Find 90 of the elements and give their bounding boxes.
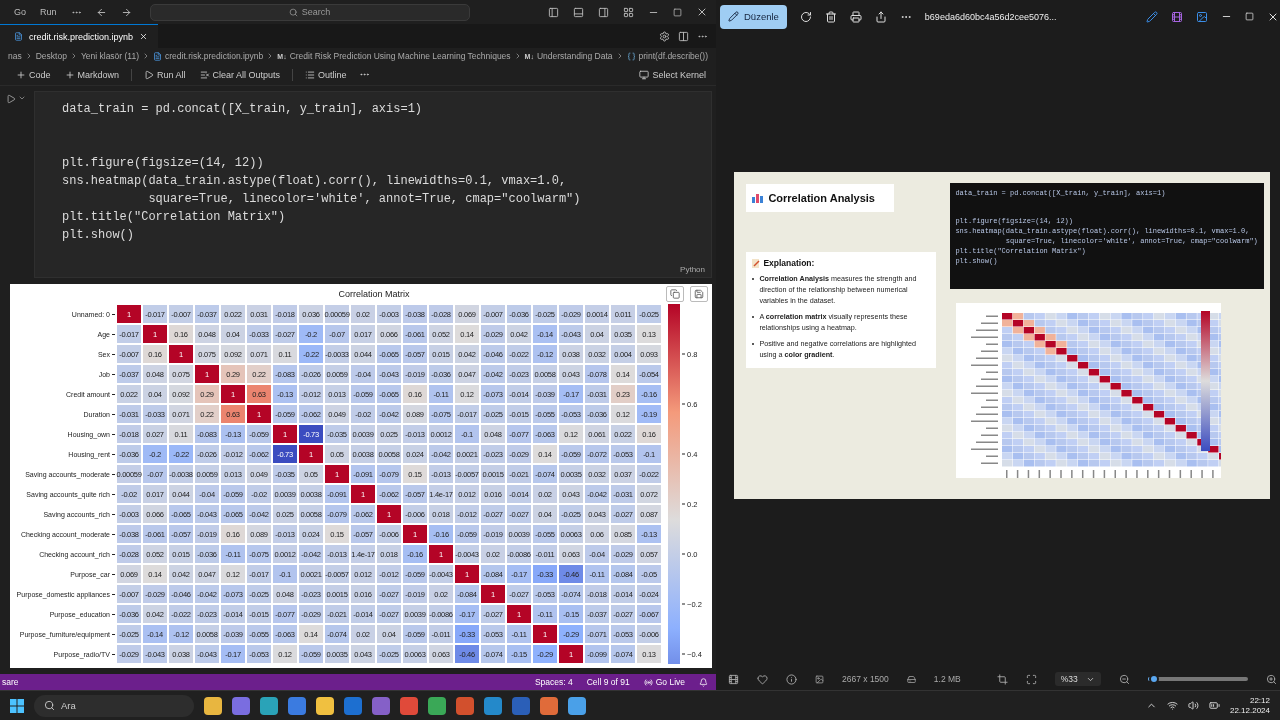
delete-icon[interactable] bbox=[824, 10, 837, 23]
memo-icon bbox=[752, 258, 761, 268]
search-icon bbox=[44, 700, 55, 711]
image-icon bbox=[815, 674, 824, 684]
chevron-icon[interactable] bbox=[18, 94, 26, 102]
panel-bottom-icon[interactable] bbox=[573, 6, 584, 18]
taskbar-search[interactable]: Ara bbox=[34, 694, 194, 717]
clip-icon[interactable] bbox=[1170, 10, 1183, 23]
file-icon bbox=[153, 51, 163, 61]
chart-title: Correlation Matrix bbox=[337, 288, 411, 301]
toolbar-button[interactable]: Clear All Outputs bbox=[197, 68, 283, 81]
rotate-icon[interactable] bbox=[799, 10, 812, 23]
zoom-dropdown[interactable]: %33 bbox=[1054, 672, 1101, 686]
zoom-out-icon[interactable] bbox=[1118, 673, 1130, 685]
plus-icon bbox=[16, 69, 26, 80]
slider-thumb[interactable] bbox=[1148, 674, 1159, 684]
toolbar-button[interactable]: Run All bbox=[142, 68, 188, 81]
clock[interactable]: 22:12 22.12.2024 bbox=[1229, 695, 1270, 716]
bell-icon[interactable] bbox=[699, 677, 708, 687]
maximize-icon[interactable] bbox=[673, 7, 682, 17]
print-icon[interactable] bbox=[849, 10, 862, 23]
play-icon bbox=[144, 69, 155, 80]
info-icon[interactable] bbox=[786, 673, 797, 685]
broadcast-icon bbox=[643, 677, 653, 687]
copy-icon[interactable] bbox=[666, 286, 684, 302]
code-line: plt.figure(figsize=(14, 12)) bbox=[62, 155, 265, 172]
monitor-icon bbox=[639, 69, 650, 80]
clear-icon bbox=[199, 69, 210, 80]
run-cell-icon[interactable] bbox=[6, 94, 16, 104]
toolbar-button[interactable]: Markdown bbox=[62, 68, 122, 81]
menu-item[interactable]: Run bbox=[40, 7, 57, 17]
menu-item[interactable]: Go bbox=[14, 7, 26, 17]
drive-icon bbox=[906, 674, 916, 684]
zoom-slider[interactable] bbox=[1147, 677, 1248, 681]
save-icon[interactable] bbox=[690, 286, 708, 302]
plus-icon bbox=[64, 69, 75, 80]
status-item[interactable]: Cell 9 of 91 bbox=[586, 677, 630, 687]
editor-tab[interactable]: credit.risk.prediction.ipynb bbox=[0, 24, 159, 48]
close-icon[interactable] bbox=[139, 32, 149, 41]
code-line: sns.heatmap(data_train.astype(float).corr(), linewidths=0.1, vmax=1.0, bbox=[62, 173, 568, 190]
language-label: Python bbox=[680, 265, 705, 274]
favorite-icon[interactable] bbox=[757, 673, 768, 685]
forward-icon[interactable] bbox=[120, 6, 132, 18]
status-item[interactable]: Spaces: 4 bbox=[534, 677, 573, 687]
code-line: square=True, linecolor='white', annot=True, cmap="coolwarm") bbox=[147, 191, 582, 208]
breadcrumb-item[interactable]: Desktop bbox=[35, 51, 67, 61]
pen-icon[interactable] bbox=[1145, 10, 1158, 23]
breadcrumb-item[interactable]: Yeni klasör (11) bbox=[80, 51, 140, 61]
pencil-icon bbox=[728, 11, 739, 22]
layout-icon[interactable] bbox=[623, 6, 634, 18]
crop-icon[interactable] bbox=[996, 673, 1008, 685]
back-icon[interactable] bbox=[95, 6, 107, 18]
zoom-in-icon[interactable] bbox=[1265, 673, 1277, 685]
search-field[interactable]: Search bbox=[149, 3, 470, 21]
explanation-heading: Explanation: bbox=[763, 258, 815, 268]
maximize-icon[interactable] bbox=[1244, 12, 1254, 21]
panel-left-icon[interactable] bbox=[548, 6, 559, 18]
breadcrumb-item[interactable]: Understanding Data bbox=[536, 51, 613, 61]
file-size: 1.2 MB bbox=[933, 674, 961, 684]
slide-title: Correlation Analysis bbox=[746, 184, 895, 212]
toolbar-button[interactable]: Code bbox=[14, 68, 53, 81]
breadcrumb-item[interactable]: nas bbox=[8, 51, 22, 61]
volume-icon[interactable] bbox=[1187, 700, 1199, 711]
notebook-file-icon bbox=[14, 32, 23, 41]
wifi-icon[interactable] bbox=[1166, 700, 1178, 711]
code-line: data_train = pd.concat([X_train, y_train], axis=1) bbox=[62, 101, 424, 118]
list-icon bbox=[305, 69, 316, 80]
code-icon bbox=[626, 51, 636, 61]
breadcrumb-item[interactable]: print(df.describe()) bbox=[638, 51, 708, 61]
close-icon[interactable] bbox=[696, 6, 708, 18]
battery-icon[interactable] bbox=[1208, 700, 1220, 711]
status-text: sare bbox=[2, 677, 19, 687]
toolbar-button[interactable]: Outline bbox=[303, 68, 349, 81]
kernel-button[interactable]: Select Kernel bbox=[637, 68, 708, 81]
code-line: plt.title("Correlation Matrix") bbox=[62, 209, 287, 226]
search-icon bbox=[288, 7, 298, 17]
file-name: b69eda6d60bc4a56d2cee5076... bbox=[924, 11, 1057, 22]
image-icon[interactable] bbox=[1195, 10, 1208, 23]
status-item[interactable]: Go Live bbox=[643, 677, 685, 687]
code-line: plt.show() bbox=[62, 227, 135, 244]
bar-chart-icon bbox=[752, 193, 764, 203]
windows-start-icon[interactable] bbox=[10, 698, 24, 713]
share-icon[interactable] bbox=[874, 10, 887, 23]
breadcrumb-item[interactable]: Credit Risk Prediction Using Machine Learning Techniques bbox=[289, 51, 511, 61]
filmstrip-icon[interactable] bbox=[728, 673, 739, 685]
fit-icon[interactable] bbox=[1025, 673, 1037, 685]
image-dimensions: 2667 x 1500 bbox=[842, 674, 889, 684]
panel-right-icon[interactable] bbox=[598, 6, 609, 18]
edit-button[interactable]: Düzenle bbox=[720, 4, 787, 29]
breadcrumb-item[interactable]: credit.risk.prediction.ipynb bbox=[165, 51, 264, 61]
